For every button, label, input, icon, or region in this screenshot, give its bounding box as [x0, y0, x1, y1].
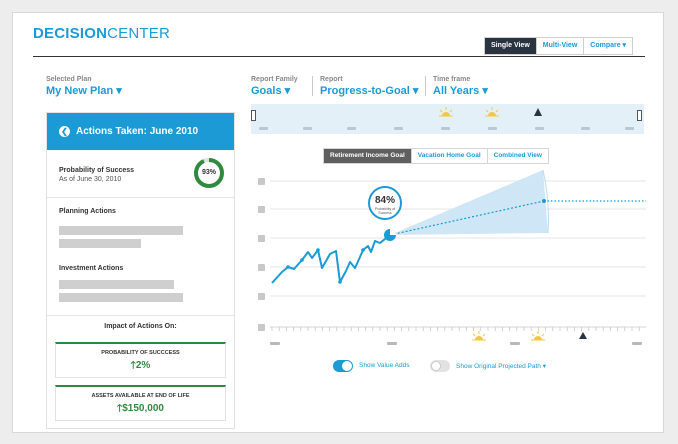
toggle-label-value-adds[interactable]: Show Value Adds — [359, 362, 409, 369]
projection-cone — [390, 170, 548, 235]
projection-endpoint[interactable] — [542, 199, 546, 203]
toggle-show-value-adds[interactable] — [333, 360, 353, 372]
impact-title: Impact of Actions On: — [104, 323, 177, 330]
toggle-knob — [431, 361, 441, 371]
probability-ring: 93% — [193, 157, 225, 189]
timeline-tick — [625, 127, 634, 130]
triangle-marker-icon[interactable] — [534, 108, 542, 116]
investment-action-placeholder — [59, 293, 183, 302]
report-selector[interactable]: Report Progress-to-Goal ▾ — [320, 76, 418, 97]
selector-divider — [312, 76, 313, 96]
report-dropdown[interactable]: Progress-to-Goal ▾ — [320, 84, 418, 97]
selector-divider — [425, 76, 426, 96]
tab-compare[interactable]: Compare ▾ — [583, 38, 632, 54]
timeline-tick — [535, 127, 544, 130]
timeline-tick — [581, 127, 590, 130]
value-add-point[interactable] — [316, 248, 320, 252]
timeline-tick — [394, 127, 403, 130]
planning-actions-title: Planning Actions — [59, 208, 116, 215]
toggle-knob — [342, 361, 352, 371]
view-tabs: Single View Multi-View Compare ▾ — [484, 37, 634, 55]
tab-multi-view[interactable]: Multi-View — [535, 38, 583, 54]
header-divider — [33, 56, 645, 57]
timeframe-selector[interactable]: Time frame All Years ▾ — [433, 76, 488, 97]
value-add-point[interactable] — [361, 248, 365, 252]
sun-goal-icon[interactable] — [472, 331, 486, 341]
value-add-point[interactable] — [286, 265, 290, 269]
value-add-point[interactable] — [300, 258, 304, 262]
impact-assets-box: ASSETS AVAILABLE AT END OF LIFE 🡑$150,00… — [55, 385, 226, 421]
tab-single-view[interactable]: Single View — [485, 38, 536, 54]
timeline-scrubber[interactable] — [251, 104, 644, 134]
time-axis — [270, 326, 646, 345]
impact-probability-value: 🡑2% — [130, 360, 151, 371]
timeline-tick — [441, 127, 450, 130]
actions-panel-title: Actions Taken: June 2010 — [76, 126, 199, 137]
progress-chart: 84% Probability of Success — [258, 169, 646, 345]
divider — [47, 315, 234, 316]
toggle-show-original-path[interactable] — [430, 360, 450, 372]
sun-goal-icon[interactable] — [531, 331, 545, 341]
y-axis-marker — [258, 264, 265, 271]
goal-tabs: Retirement Income Goal Vacation Home Goa… — [323, 148, 549, 164]
timeline-left-handle[interactable] — [251, 110, 256, 121]
report-family-selector[interactable]: Report Family Goals ▾ — [251, 76, 298, 97]
bubble-value: 84% — [375, 195, 395, 206]
probability-block: Probability of Success As of June 30, 20… — [59, 167, 135, 183]
timeline-tick — [303, 127, 312, 130]
y-axis-marker — [258, 293, 265, 300]
timeframe-dropdown[interactable]: All Years ▾ — [433, 84, 488, 97]
planning-action-placeholder — [59, 239, 141, 248]
timeline-tick — [488, 127, 497, 130]
decision-center-logo: DECISIONCENTER — [33, 25, 170, 42]
impact-assets-value: 🡑$150,000 — [117, 403, 164, 414]
timeline-tick — [347, 127, 356, 130]
tab-vacation-home-goal[interactable]: Vacation Home Goal — [410, 149, 487, 163]
time-axis-tick — [270, 342, 280, 345]
y-axis-marker — [258, 178, 265, 185]
bubble-caption: Success — [378, 211, 391, 215]
sun-goal-icon[interactable] — [439, 107, 453, 117]
plan-dropdown[interactable]: My New Plan ▾ — [46, 84, 122, 97]
actions-panel: ❮ Actions Taken: June 2010 Probability o… — [46, 112, 235, 429]
time-axis-tick — [510, 342, 520, 345]
triangle-marker-icon[interactable] — [579, 332, 587, 339]
current-position-marker-wedge — [390, 229, 396, 235]
divider — [47, 197, 234, 198]
y-axis-markers — [258, 178, 265, 331]
sun-goal-icon[interactable] — [485, 107, 499, 117]
chart-gridlines — [270, 180, 646, 297]
timeline-tick — [259, 127, 268, 130]
toggle-label-original-path[interactable]: Show Original Projected Path ▾ — [456, 362, 546, 370]
probability-value: 93% — [201, 169, 216, 176]
y-axis-marker — [258, 324, 265, 331]
plan-selector[interactable]: Selected Plan My New Plan ▾ — [46, 76, 122, 97]
historical-path — [271, 234, 391, 284]
time-axis-tick — [387, 342, 397, 345]
impact-probability-box: PROBABILITY OF SUCCCESS 🡑2% — [55, 342, 226, 378]
value-add-point[interactable] — [338, 280, 342, 284]
y-axis-marker — [258, 206, 265, 213]
y-axis-marker — [258, 235, 265, 242]
investment-actions-title: Investment Actions — [59, 265, 124, 272]
tab-retirement-income-goal[interactable]: Retirement Income Goal — [324, 149, 411, 163]
actions-panel-header[interactable]: ❮ Actions Taken: June 2010 — [47, 113, 234, 150]
investment-action-placeholder — [59, 280, 174, 289]
back-arrow-icon[interactable]: ❮ — [59, 126, 70, 137]
report-family-dropdown[interactable]: Goals ▾ — [251, 84, 298, 97]
probability-bubble[interactable]: 84% Probability of Success — [368, 186, 402, 220]
tab-combined-view[interactable]: Combined View — [486, 149, 548, 163]
timeline-right-handle[interactable] — [637, 110, 642, 121]
time-axis-tick — [632, 342, 642, 345]
planning-action-placeholder — [59, 226, 183, 235]
